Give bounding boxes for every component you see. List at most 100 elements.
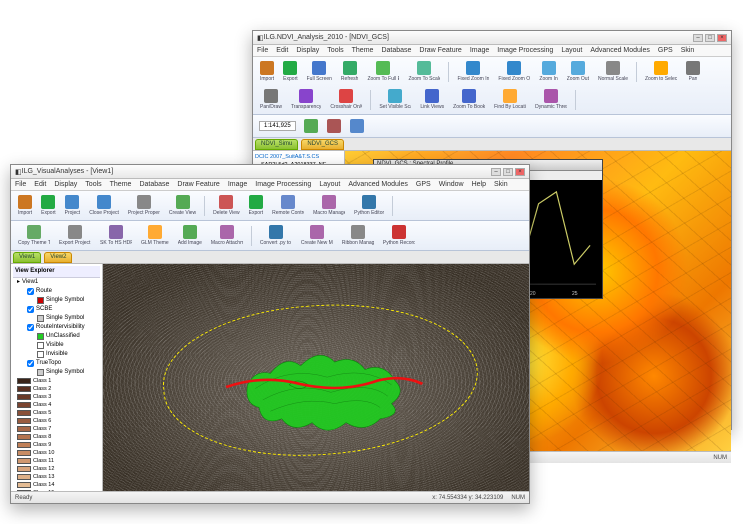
class-row[interactable]: Class 8 (13, 433, 100, 441)
class-row[interactable]: Class 2 (13, 385, 100, 393)
maximize-button[interactable]: □ (705, 34, 715, 42)
menu-image-processing[interactable]: Image Processing (255, 181, 311, 188)
legend-item[interactable]: Invisible (13, 350, 100, 359)
scale-input[interactable]: 1:141,925 (259, 121, 296, 131)
identify-button[interactable] (347, 117, 367, 135)
tool-crosshair-on-off[interactable]: Crosshair On/Off (327, 87, 365, 112)
tab-view1[interactable]: View1 (13, 252, 41, 263)
tool-sk-to-hs-hdf-conversion[interactable]: SK To HS HDF Conversion (97, 223, 135, 248)
tool-pan-draw[interactable]: Pan/Draw (257, 87, 285, 112)
tool-zoom-to-scale[interactable]: Zoom To Scale (405, 59, 443, 84)
minimize-button[interactable]: – (693, 34, 703, 42)
tool-export[interactable]: Export (38, 193, 58, 218)
class-row[interactable]: Class 14 (13, 481, 100, 489)
titlebar-back[interactable]: ◧ ILG.NDVI_Analysis_2010 - [NDVI_GCS] – … (253, 31, 731, 45)
tab-ndvi-simu[interactable]: NDVI_Simu (255, 139, 298, 150)
zoom-backward-button[interactable] (324, 117, 344, 135)
tool-create-view[interactable]: Create View (166, 193, 199, 218)
menu-display[interactable]: Display (54, 181, 77, 188)
menu-window[interactable]: Window (439, 181, 464, 188)
tool-import[interactable]: Import (15, 193, 35, 218)
tool-python-recorder[interactable]: Python Recorder (380, 223, 418, 248)
class-row[interactable]: Class 13 (13, 473, 100, 481)
tool-macro-attachment[interactable]: Macro Attachment (208, 223, 246, 248)
tool-glm-theme[interactable]: GLM Theme (138, 223, 172, 248)
menu-image[interactable]: Image (470, 47, 489, 54)
tool-set-visible-scale[interactable]: Set Visible Scale (376, 87, 414, 112)
tool-link-views[interactable]: Link Views (417, 87, 447, 112)
zoom-forward-button[interactable] (301, 117, 321, 135)
tool-full-screen[interactable]: Full Screen (304, 59, 335, 84)
tool-project-properties[interactable]: Project Properties (125, 193, 163, 218)
menu-help[interactable]: Help (472, 181, 486, 188)
tool-close-project[interactable]: Close Project (86, 193, 122, 218)
tool-remote-control[interactable]: Remote Control (269, 193, 307, 218)
layer-truetopo[interactable]: TrueTopo (13, 359, 100, 368)
close-button[interactable]: × (717, 34, 727, 42)
minimize-button[interactable]: – (491, 168, 501, 176)
tool-convert-py-to-pyc[interactable]: Convert .py to .pyc (257, 223, 295, 248)
menu-database[interactable]: Database (381, 47, 411, 54)
menu-database[interactable]: Database (139, 181, 169, 188)
class-row[interactable]: Class 12 (13, 465, 100, 473)
tool-zoom-in[interactable]: Zoom In (536, 59, 560, 84)
menu-tools[interactable]: Tools (327, 47, 343, 54)
menu-image-processing[interactable]: Image Processing (497, 47, 553, 54)
tool-import[interactable]: Import (257, 59, 277, 84)
menu-advanced-modules[interactable]: Advanced Modules (590, 47, 650, 54)
tool-zoom-to-full-extent[interactable]: Zoom To Full Extent (364, 59, 402, 84)
tool-add-image[interactable]: Add Image (175, 223, 205, 248)
tool-zoom-out[interactable]: Zoom Out (564, 59, 592, 84)
tool-refresh[interactable]: Refresh (338, 59, 362, 84)
layer-checkbox[interactable] (27, 288, 34, 295)
tool-transparency[interactable]: Transparency (288, 87, 324, 112)
class-row[interactable]: Class 7 (13, 425, 100, 433)
menu-file[interactable]: File (15, 181, 26, 188)
menu-gps[interactable]: GPS (658, 47, 673, 54)
tool-project[interactable]: Project (62, 193, 84, 218)
class-row[interactable]: Class 6 (13, 417, 100, 425)
layer-route[interactable]: Route (13, 287, 100, 296)
tool-find-by-location[interactable]: Find By Location (491, 87, 529, 112)
tool-export[interactable]: Export (246, 193, 266, 218)
tool-fixed-zoom-in[interactable]: Fixed Zoom In (454, 59, 492, 84)
titlebar-front[interactable]: ◧ ILG_VisualAnalyses - [View1] – □ × (11, 165, 529, 179)
layer-checkbox[interactable] (27, 360, 34, 367)
close-button[interactable]: × (515, 168, 525, 176)
menu-edit[interactable]: Edit (276, 47, 288, 54)
class-row[interactable]: Class 15 (13, 489, 100, 491)
menu-skin[interactable]: Skin (681, 47, 695, 54)
menu-tools[interactable]: Tools (85, 181, 101, 188)
class-row[interactable]: Class 3 (13, 393, 100, 401)
tool-macro-manager[interactable]: Macro Manager (310, 193, 348, 218)
tool-zoom-to-bookmark[interactable]: Zoom To Bookmark (450, 87, 488, 112)
layer-checkbox[interactable] (27, 324, 34, 331)
menu-edit[interactable]: Edit (34, 181, 46, 188)
legend-item[interactable]: UnClassified (13, 332, 100, 341)
tool-pan[interactable]: Pan (683, 59, 703, 84)
menu-layout[interactable]: Layout (319, 181, 340, 188)
menu-draw-feature[interactable]: Draw Feature (177, 181, 219, 188)
menu-draw-feature[interactable]: Draw Feature (419, 47, 461, 54)
tool-export-project-metadata[interactable]: Export Project Metadata (56, 223, 94, 248)
menu-display[interactable]: Display (296, 47, 319, 54)
tool-python-editor[interactable]: Python Editor (351, 193, 387, 218)
tool-create-new-macro[interactable]: Create New Macro (298, 223, 336, 248)
menu-advanced-modules[interactable]: Advanced Modules (348, 181, 408, 188)
class-row[interactable]: Class 4 (13, 401, 100, 409)
class-row[interactable]: Class 11 (13, 457, 100, 465)
class-row[interactable]: Class 10 (13, 449, 100, 457)
layer-checkbox[interactable] (27, 306, 34, 313)
tool-export[interactable]: Export (280, 59, 300, 84)
tab-ndvi-gcs[interactable]: NDVI_GCS (301, 139, 344, 150)
layer-routeintervisibility[interactable]: RouteIntervisibility (13, 323, 100, 332)
menu-skin[interactable]: Skin (494, 181, 508, 188)
class-row[interactable]: Class 5 (13, 409, 100, 417)
menu-theme[interactable]: Theme (110, 181, 132, 188)
tool-zoom-to-selection[interactable]: Zoom to Selection (642, 59, 680, 84)
tab-view2[interactable]: View2 (44, 252, 72, 263)
class-row[interactable]: Class 9 (13, 441, 100, 449)
menu-image[interactable]: Image (228, 181, 247, 188)
legend-item[interactable]: Visible (13, 341, 100, 350)
tool-copy-theme-to-project[interactable]: Copy Theme To Project (15, 223, 53, 248)
